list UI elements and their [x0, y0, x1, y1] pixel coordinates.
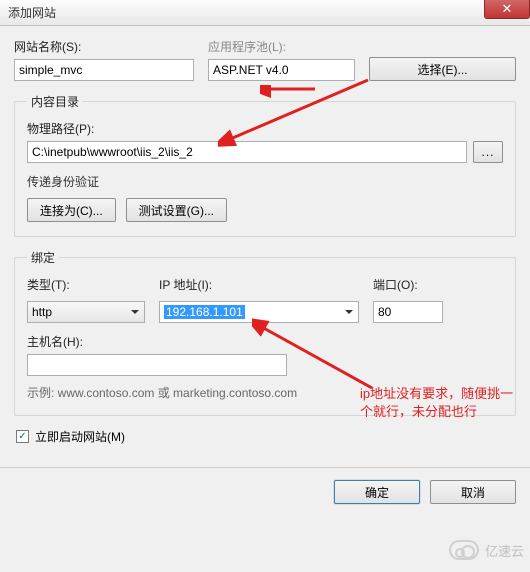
start-immediately-checkbox[interactable]: ✓ [16, 430, 29, 443]
site-name-input[interactable] [14, 59, 194, 81]
binding-host-input[interactable] [27, 354, 287, 376]
window-title: 添加网站 [8, 4, 56, 21]
binding-legend: 绑定 [27, 249, 59, 266]
start-immediately-label: 立即启动网站(M) [35, 428, 125, 445]
watermark: 亿速云 [449, 540, 524, 560]
annotation-text: ip地址没有要求，随便挑一个就行，未分配也行 [360, 385, 520, 420]
physical-path-label: 物理路径(P): [27, 120, 503, 137]
chevron-down-icon [131, 310, 139, 314]
close-icon: ✕ [502, 1, 513, 17]
binding-port-input[interactable] [373, 301, 443, 323]
binding-type-combo[interactable]: http [27, 301, 145, 323]
physical-path-input[interactable] [27, 141, 467, 163]
select-app-pool-button[interactable]: 选择(E)... [369, 57, 516, 81]
ok-button[interactable]: 确定 [334, 480, 420, 504]
binding-host-label: 主机名(H): [27, 333, 503, 350]
cloud-icon [449, 540, 479, 560]
content-group: 内容目录 物理路径(P): ... 传递身份验证 连接为(C)... 测试设置(… [14, 93, 516, 237]
binding-port-label: 端口(O): [373, 276, 443, 293]
connect-as-button[interactable]: 连接为(C)... [27, 198, 116, 222]
chevron-down-icon [345, 310, 353, 314]
content-legend: 内容目录 [27, 93, 83, 110]
titlebar: 添加网站 ✕ [0, 0, 530, 26]
app-pool-label: 应用程序池(L): [208, 38, 355, 55]
cancel-button[interactable]: 取消 [430, 480, 516, 504]
app-pool-value: ASP.NET v4.0 [208, 59, 355, 81]
browse-path-button[interactable]: ... [473, 141, 503, 163]
site-name-label: 网站名称(S): [14, 38, 194, 55]
dialog-footer: 确定 取消 [0, 467, 530, 516]
binding-ip-label: IP 地址(I): [159, 276, 359, 293]
passthru-auth-label: 传递身份验证 [27, 173, 503, 190]
binding-ip-combo[interactable]: 192.168.1.101 [159, 301, 359, 323]
binding-type-label: 类型(T): [27, 276, 145, 293]
test-settings-button[interactable]: 测试设置(G)... [126, 198, 227, 222]
close-button[interactable]: ✕ [484, 0, 530, 19]
